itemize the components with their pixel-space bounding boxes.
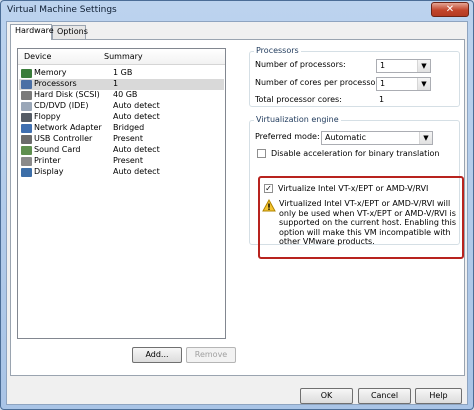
ok-button[interactable]: OK — [300, 388, 353, 404]
device-list-header: Device Summary — [18, 49, 225, 65]
printer-icon — [21, 157, 32, 166]
device-row[interactable]: Hard Disk (SCSI) 40 GB — [19, 90, 224, 101]
ok-button-label: OK — [320, 391, 333, 400]
cd-dvd-icon — [21, 102, 32, 111]
tab-options-label: Options — [57, 27, 88, 36]
chevron-down-icon: ▼ — [417, 60, 430, 72]
remove-button[interactable]: Remove — [186, 347, 236, 363]
add-button[interactable]: Add... — [132, 347, 182, 363]
sound-card-icon — [21, 146, 32, 155]
dialog-body: Hardware Options Device Summary Memory 1 … — [6, 21, 468, 405]
device-summary: 40 GB — [113, 90, 138, 99]
cancel-button-label: Cancel — [370, 391, 399, 400]
device-name: USB Controller — [34, 134, 93, 143]
memory-icon — [21, 69, 32, 78]
num-processors-value: 1 — [380, 61, 386, 70]
usb-icon — [21, 135, 32, 144]
device-row[interactable]: Processors 1 — [19, 79, 224, 90]
preferred-mode-label: Preferred mode: — [255, 132, 320, 141]
device-row[interactable]: Sound Card Auto detect — [19, 145, 224, 156]
tab-hardware[interactable]: Hardware — [10, 24, 54, 40]
settings-window: Virtual Machine Settings ✕ Hardware Opti… — [0, 0, 474, 410]
device-name: Network Adapter — [34, 123, 102, 132]
cancel-button[interactable]: Cancel — [358, 388, 411, 404]
disable-acceleration-label: Disable acceleration for binary translat… — [271, 149, 440, 158]
title-bar[interactable]: Virtual Machine Settings ✕ — [1, 1, 473, 21]
processors-group: Processors Number of processors: 1 ▼ Num… — [249, 46, 460, 107]
window-title: Virtual Machine Settings — [7, 5, 117, 15]
device-name: Sound Card — [34, 145, 81, 154]
virtualize-vtx-label: Virtualize Intel VT-x/EPT or AMD-V/RVI — [278, 184, 429, 193]
hardware-panel: Device Summary Memory 1 GB Processors 1 Hard… — [10, 39, 465, 376]
device-summary: Auto detect — [113, 101, 160, 110]
device-list[interactable]: Device Summary Memory 1 GB Processors 1 Hard… — [17, 48, 226, 339]
device-summary: Auto detect — [113, 112, 160, 121]
num-processors-label: Number of processors: — [255, 60, 346, 69]
device-summary: 1 — [113, 79, 119, 88]
display-icon — [21, 168, 32, 177]
vtx-warning-text: Virtualized Intel VT-x/EPT or AMD-V/RVI … — [279, 199, 457, 246]
column-summary[interactable]: Summary — [104, 52, 143, 61]
device-name: Processors — [34, 79, 77, 88]
device-summary: Present — [113, 134, 144, 143]
chevron-down-icon: ▼ — [419, 132, 432, 144]
device-name: Hard Disk (SCSI) — [34, 90, 100, 99]
help-button-label: Help — [429, 391, 448, 400]
chevron-down-icon: ▼ — [417, 78, 430, 90]
preferred-mode-select[interactable]: Automatic ▼ — [321, 131, 433, 145]
device-name: Printer — [34, 156, 61, 165]
processor-icon — [21, 80, 32, 89]
total-cores-label: Total processor cores: — [255, 95, 342, 104]
processors-group-label: Processors — [254, 46, 301, 55]
help-button[interactable]: Help — [415, 388, 462, 404]
device-summary: 1 GB — [113, 68, 133, 77]
device-row[interactable]: CD/DVD (IDE) Auto detect — [19, 101, 224, 112]
num-processors-select[interactable]: 1 ▼ — [376, 59, 431, 73]
device-summary: Present — [113, 156, 144, 165]
disable-acceleration-checkbox[interactable] — [257, 149, 266, 158]
network-adapter-icon — [21, 124, 32, 133]
device-row[interactable]: Display Auto detect — [19, 167, 224, 178]
device-row[interactable]: Printer Present — [19, 156, 224, 167]
close-icon: ✕ — [445, 4, 455, 15]
remove-button-label: Remove — [194, 350, 228, 359]
device-row[interactable]: Floppy Auto detect — [19, 112, 224, 123]
device-name: CD/DVD (IDE) — [34, 101, 89, 110]
device-row[interactable]: Memory 1 GB — [19, 68, 224, 79]
device-summary: Auto detect — [113, 167, 160, 176]
add-button-label: Add... — [145, 350, 169, 359]
device-summary: Bridged — [113, 123, 145, 132]
preferred-mode-value: Automatic — [325, 133, 367, 142]
device-name: Display — [34, 167, 64, 176]
warning-icon — [262, 199, 276, 212]
hard-disk-icon — [21, 91, 32, 100]
num-cores-value: 1 — [380, 79, 386, 88]
num-cores-label: Number of cores per processor: — [255, 78, 382, 87]
device-row[interactable]: Network Adapter Bridged — [19, 123, 224, 134]
device-summary: Auto detect — [113, 145, 160, 154]
total-cores-value: 1 — [379, 95, 385, 104]
checkmark-icon: ✓ — [265, 184, 272, 193]
floppy-icon — [21, 113, 32, 122]
virtualize-vtx-checkbox[interactable]: ✓ — [264, 184, 273, 193]
device-name: Floppy — [34, 112, 61, 121]
device-name: Memory — [34, 68, 67, 77]
num-cores-select[interactable]: 1 ▼ — [376, 77, 431, 91]
tab-hardware-label: Hardware — [15, 26, 54, 35]
tab-options[interactable]: Options — [52, 25, 88, 39]
device-row[interactable]: USB Controller Present — [19, 134, 224, 145]
close-button[interactable]: ✕ — [431, 2, 469, 17]
virtualization-group-label: Virtualization engine — [254, 115, 341, 124]
column-device[interactable]: Device — [24, 52, 51, 61]
